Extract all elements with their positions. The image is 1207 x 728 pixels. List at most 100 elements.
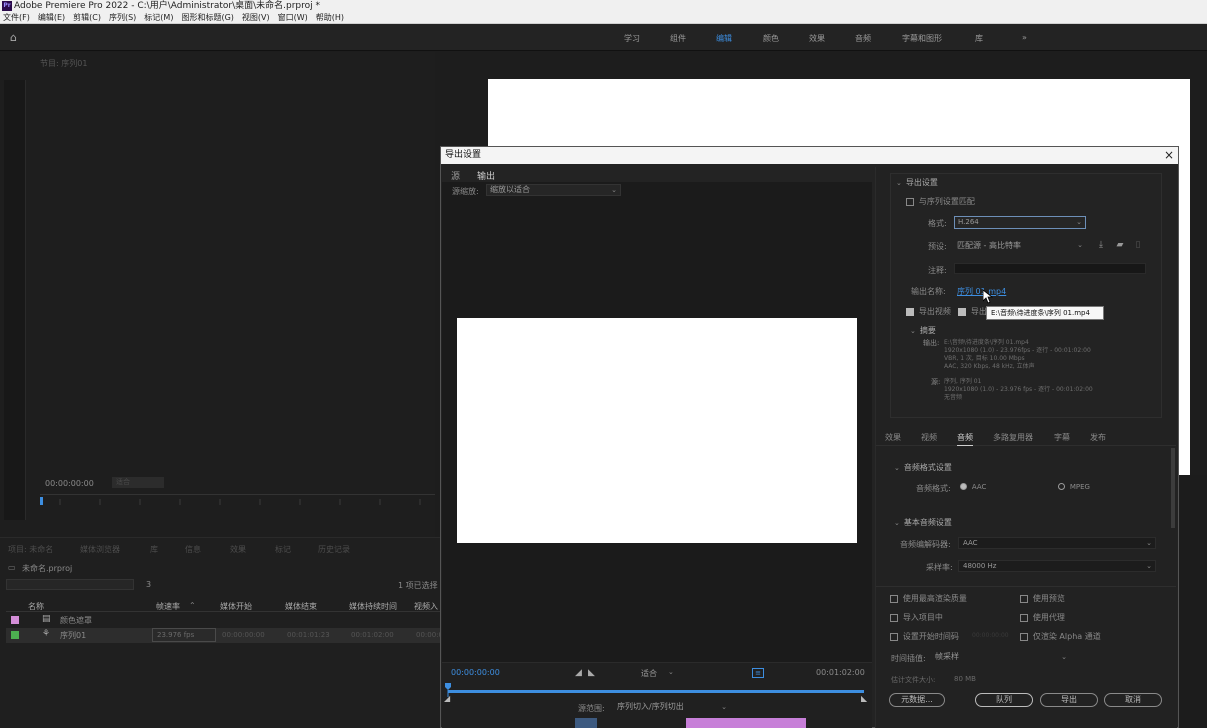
home-icon[interactable]: ⌂ — [10, 32, 22, 43]
chevron-down-icon: ⌄ — [894, 464, 900, 472]
tab-info[interactable]: 信息 — [185, 544, 201, 555]
tab-effects-settings[interactable]: 效果 — [885, 432, 901, 443]
row-media-duration: 00:01:02:00 — [351, 631, 394, 639]
menu-window[interactable]: 窗口(W) — [278, 12, 308, 23]
workspace-overflow-icon[interactable]: » — [1022, 33, 1027, 42]
menu-edit[interactable]: 编辑(E) — [38, 12, 65, 23]
sample-rate-select[interactable]: 48000 Hz ⌄ — [958, 560, 1156, 572]
match-sequence-checkbox[interactable]: 与序列设置匹配 — [906, 196, 975, 207]
workspace-tab-libraries[interactable]: 库 — [975, 33, 983, 44]
export-settings-header[interactable]: ⌄ 导出设置 — [896, 177, 938, 188]
workspace-tab-graphics[interactable]: 字幕和图形 — [902, 33, 942, 44]
time-interpolation-select[interactable]: 帧采样 ⌄ — [935, 651, 1067, 663]
format-label: 格式: — [928, 219, 947, 228]
workspace-tab-effects[interactable]: 效果 — [809, 33, 825, 44]
tab-captions-settings[interactable]: 字幕 — [1054, 432, 1070, 443]
col-media-end[interactable]: 媒体结束 — [285, 601, 317, 612]
menu-markers[interactable]: 标记(M) — [144, 12, 173, 23]
summary-header[interactable]: ⌄ 摘要 — [910, 325, 936, 336]
workspace-tab-editing[interactable]: 编辑 — [716, 33, 732, 44]
set-start-timecode-checkbox[interactable]: 设置开始时间码 — [890, 631, 959, 642]
menu-help[interactable]: 帮助(H) — [316, 12, 344, 23]
settings-tabs: 效果 视频 音频 多路复用器 字幕 发布 — [876, 428, 1176, 446]
sort-ascending-icon[interactable]: ⌃ — [189, 601, 196, 610]
col-name[interactable]: 名称 — [28, 601, 44, 612]
mark-in-icon[interactable]: ◢ — [575, 668, 582, 678]
tab-multiplexer-settings[interactable]: 多路复用器 — [993, 432, 1033, 443]
tab-effects[interactable]: 效果 — [230, 544, 246, 555]
preset-select[interactable]: 匹配源 - 高比特率 ⌄ — [954, 239, 1086, 252]
workspace-tab-color[interactable]: 颜色 — [763, 33, 779, 44]
cancel-button[interactable]: 取消 — [1104, 693, 1162, 707]
monitor-fit-select[interactable]: 适合 — [112, 477, 164, 488]
col-fps[interactable]: 帧速率 — [156, 601, 180, 612]
menu-clip[interactable]: 剪辑(C) — [73, 12, 101, 23]
workspace-tab-audio[interactable]: 音频 — [855, 33, 871, 44]
render-alpha-checkbox[interactable]: 仅渲染 Alpha 通道 — [1020, 631, 1101, 642]
source-scaling-select[interactable]: 缩放以适合 ⌄ — [486, 184, 621, 196]
use-previews-checkbox[interactable]: 使用预览 — [1020, 593, 1065, 604]
row-fps[interactable]: 23.976 fps — [152, 628, 216, 642]
tab-video-settings[interactable]: 视频 — [921, 432, 937, 443]
mouse-cursor-icon — [983, 290, 993, 304]
audio-format-mpeg-radio[interactable]: MPEG — [1058, 482, 1090, 492]
preview-zoom-select[interactable]: 适合 — [641, 668, 657, 679]
settings-scrollbar[interactable] — [1171, 448, 1175, 528]
menu-graphics[interactable]: 图形和标题(G) — [181, 12, 233, 23]
aspect-correction-icon[interactable]: ≡ — [752, 668, 764, 678]
out-point-marker-icon[interactable]: ◣ — [861, 694, 867, 703]
format-select[interactable]: H.264 ⌄ — [954, 216, 1086, 229]
chevron-down-icon: ⌄ — [910, 327, 916, 335]
notes-input[interactable] — [954, 263, 1146, 274]
max-render-quality-checkbox[interactable]: 使用最高渲染质量 — [890, 593, 967, 604]
tab-source[interactable]: 源 — [451, 169, 460, 182]
delete-preset-icon[interactable]: ▯ — [1133, 240, 1143, 250]
export-video-checkbox[interactable]: 导出视频 — [906, 306, 951, 317]
import-into-project-checkbox[interactable]: 导入项目中 — [890, 612, 943, 623]
menu-file[interactable]: 文件(F) — [3, 12, 30, 23]
audio-format-aac-radio[interactable]: AAC — [960, 482, 986, 492]
in-point-marker-icon[interactable]: ◢ — [444, 694, 450, 703]
export-audio-checkbox[interactable]: 导出音频 — [958, 306, 986, 317]
label-color-swatch[interactable] — [11, 616, 19, 624]
workspace-tab-assembly[interactable]: 组件 — [670, 33, 686, 44]
audio-codec-select[interactable]: AAC ⌄ — [958, 537, 1156, 549]
tab-publish-settings[interactable]: 发布 — [1090, 432, 1106, 443]
tab-libraries[interactable]: 库 — [150, 544, 158, 555]
save-preset-icon[interactable]: ⤓ — [1096, 240, 1106, 250]
tab-markers[interactable]: 标记 — [275, 544, 291, 555]
metadata-button[interactable]: 元数据... — [889, 693, 945, 707]
source-range-select[interactable]: 序列切入/序列切出 ⌄ — [617, 701, 727, 713]
col-media-start[interactable]: 媒体开始 — [220, 601, 252, 612]
project-search-input[interactable] — [6, 579, 134, 590]
queue-button[interactable]: 队列 — [975, 693, 1033, 707]
close-icon[interactable]: × — [1162, 147, 1176, 164]
import-preset-icon[interactable]: ▰ — [1115, 240, 1125, 250]
workspace-tab-learn[interactable]: 学习 — [624, 33, 640, 44]
export-button[interactable]: 导出 — [1040, 693, 1098, 707]
mark-out-icon[interactable]: ◣ — [588, 668, 595, 678]
output-name-link[interactable]: 序列 01.mp4 — [957, 286, 1006, 297]
monitor-time-ruler[interactable] — [40, 494, 435, 506]
col-media-duration[interactable]: 媒体持续时间 — [349, 601, 397, 612]
menu-view[interactable]: 视图(V) — [242, 12, 270, 23]
tab-history[interactable]: 历史记录 — [318, 544, 350, 555]
output-path-tooltip: E:\音频\待进度条\序列 01.mp4 — [986, 306, 1104, 320]
scrub-track[interactable] — [448, 690, 864, 693]
project-row-sequence[interactable]: ⚘ 序列01 23.976 fps 00:00:00:00 00:01:01:2… — [6, 628, 447, 643]
use-proxies-checkbox[interactable]: 使用代理 — [1020, 612, 1065, 623]
audio-format-section-header[interactable]: ⌄ 音频格式设置 — [894, 462, 952, 473]
menu-sequence[interactable]: 序列(S) — [109, 12, 136, 23]
basic-audio-section-header[interactable]: ⌄ 基本音频设置 — [894, 517, 952, 528]
program-monitor-tab[interactable]: 节目: 序列01 — [40, 58, 87, 69]
tab-media-browser[interactable]: 媒体浏览器 — [80, 544, 120, 555]
project-row-color-matte[interactable]: ▤ 颜色遮罩 — [6, 613, 440, 628]
start-timecode-value[interactable]: 00:00:00:00 — [972, 632, 1009, 639]
monitor-timecode[interactable]: 00:00:00:00 — [45, 479, 94, 488]
current-timecode[interactable]: 00:00:00:00 — [451, 668, 500, 677]
tab-audio-settings[interactable]: 音频 — [957, 432, 973, 446]
tab-project[interactable]: 项目: 未命名 — [8, 544, 53, 555]
label-color-swatch[interactable] — [11, 631, 19, 639]
source-range-value: 序列切入/序列切出 — [617, 702, 684, 711]
col-video-in[interactable]: 视频入 — [414, 601, 438, 612]
